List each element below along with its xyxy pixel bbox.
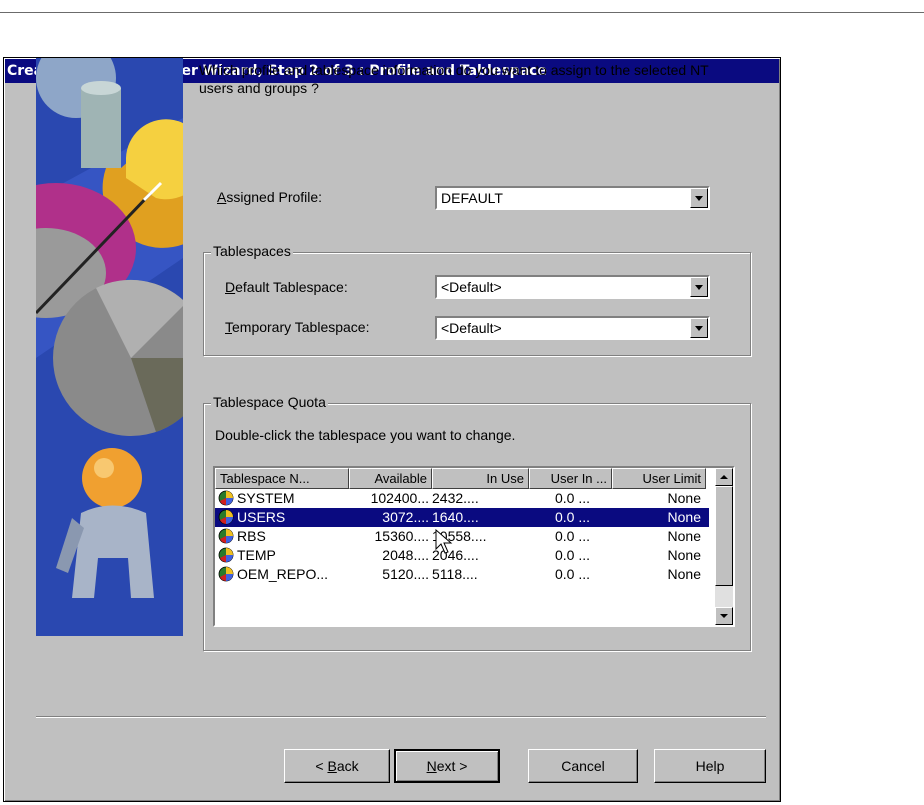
assigned-profile-mnemonic: A <box>217 189 227 205</box>
column-header-in-use[interactable]: In Use <box>432 468 529 489</box>
assigned-profile-label: Assigned Profile: <box>217 189 322 205</box>
cell-user-in-use: 0.0 ... <box>555 490 591 506</box>
back-button-prefix: < <box>315 758 328 774</box>
button-separator-highlight <box>36 717 766 718</box>
default-tablespace-value: <Default> <box>441 279 502 295</box>
column-header-available[interactable]: Available <box>349 468 432 489</box>
cell-tablespace-name: SYSTEM <box>237 490 295 506</box>
default-tablespace-label-text: efault Tablespace: <box>235 279 348 295</box>
temporary-tablespace-mnemonic: T <box>225 319 232 335</box>
temporary-tablespace-value: <Default> <box>441 320 502 336</box>
cell-available: 15360.... <box>374 528 430 544</box>
cell-tablespace-name: TEMP <box>237 547 276 563</box>
next-button[interactable]: Next > <box>394 749 500 783</box>
temporary-tablespace-dropdown[interactable]: <Default> <box>435 316 710 340</box>
cancel-button[interactable]: Cancel <box>528 749 638 783</box>
table-row[interactable]: SYSTEM 102400... 2432.... 0.0 ... None <box>215 489 709 508</box>
cell-available: 3072.... <box>382 509 429 525</box>
illustration-graphic <box>36 58 183 636</box>
chevron-down-icon[interactable] <box>690 277 708 297</box>
tablespace-icon <box>218 509 234 525</box>
cell-tablespace-name: OEM_REPO... <box>237 566 329 582</box>
help-button[interactable]: Help <box>654 749 766 783</box>
column-header-tablespace-name[interactable]: Tablespace N... <box>215 468 349 489</box>
assigned-profile-value: DEFAULT <box>441 190 503 206</box>
back-button-mnemonic: B <box>327 758 337 774</box>
temporary-tablespace-label-text: emporary Tablespace: <box>232 319 370 335</box>
wizard-prompt: Which profile and tablespace information… <box>199 62 709 96</box>
chevron-down-icon[interactable] <box>690 318 708 338</box>
cell-user-in-use: 0.0 ... <box>555 566 591 582</box>
tablespace-icon <box>218 528 234 544</box>
tablespaces-group-title: Tablespaces <box>211 243 293 259</box>
back-button[interactable]: < Back <box>284 749 390 783</box>
tablespace-icon <box>218 566 234 582</box>
cell-user-limit: None <box>667 566 701 582</box>
next-button-text: ext > <box>436 758 468 774</box>
next-button-mnemonic: N <box>426 758 437 774</box>
default-tablespace-dropdown[interactable]: <Default> <box>435 275 710 299</box>
default-tablespace-label: Default Tablespace: <box>225 279 348 295</box>
back-button-text: ack <box>336 758 359 774</box>
tablespace-quota-list[interactable]: Tablespace N... Available In Use User In… <box>213 466 735 627</box>
tablespace-quota-group-title: Tablespace Quota <box>211 394 328 410</box>
cell-user-limit: None <box>667 547 701 563</box>
mouse-cursor-icon <box>435 529 453 554</box>
cell-in-use: 2432.... <box>432 490 479 506</box>
cell-user-limit: None <box>667 490 701 506</box>
column-header-user-in-use[interactable]: User In ... <box>529 468 612 489</box>
cell-in-use: 1640.... <box>432 509 479 525</box>
tablespace-icon <box>218 547 234 563</box>
cell-user-limit: None <box>667 509 701 525</box>
table-row[interactable]: TEMP 2048.... 2046.... 0.0 ... None <box>215 546 709 565</box>
chevron-down-icon[interactable] <box>690 188 708 208</box>
arrow-down-icon <box>720 614 728 618</box>
assigned-profile-label-text: ssigned Profile: <box>226 189 323 205</box>
cell-available: 5120.... <box>382 566 429 582</box>
arrow-up-icon <box>720 475 728 479</box>
list-vertical-scrollbar[interactable] <box>715 468 733 625</box>
assigned-profile-dropdown[interactable]: DEFAULT <box>435 186 710 210</box>
cell-available: 2048.... <box>382 547 429 563</box>
cell-tablespace-name: USERS <box>237 509 286 525</box>
top-divider <box>0 12 924 13</box>
cell-available: 102400... <box>370 490 429 506</box>
tablespace-icon <box>218 490 234 506</box>
cell-user-in-use: 0.0 ... <box>555 547 591 563</box>
wizard-illustration <box>36 58 183 636</box>
table-row[interactable]: RBS 15360.... 10558.... 0.0 ... None <box>215 527 709 546</box>
table-row[interactable]: USERS 3072.... 1640.... 0.0 ... None <box>215 508 709 527</box>
table-row[interactable]: OEM_REPO... 5120.... 5118.... 0.0 ... None <box>215 565 709 584</box>
scroll-thumb[interactable] <box>715 486 733 586</box>
cell-user-in-use: 0.0 ... <box>555 528 591 544</box>
quota-instruction: Double-click the tablespace you want to … <box>215 427 516 443</box>
tablespaces-group <box>203 252 751 356</box>
scroll-up-button[interactable] <box>715 468 733 486</box>
cell-tablespace-name: RBS <box>237 528 266 544</box>
cell-in-use: 5118.... <box>432 566 478 582</box>
cell-user-limit: None <box>667 528 701 544</box>
cell-user-in-use: 0.0 ... <box>555 509 591 525</box>
scroll-down-button[interactable] <box>715 607 733 625</box>
column-header-user-limit[interactable]: User Limit <box>612 468 706 489</box>
temporary-tablespace-label: Temporary Tablespace: <box>225 319 369 335</box>
default-tablespace-mnemonic: D <box>225 279 236 295</box>
